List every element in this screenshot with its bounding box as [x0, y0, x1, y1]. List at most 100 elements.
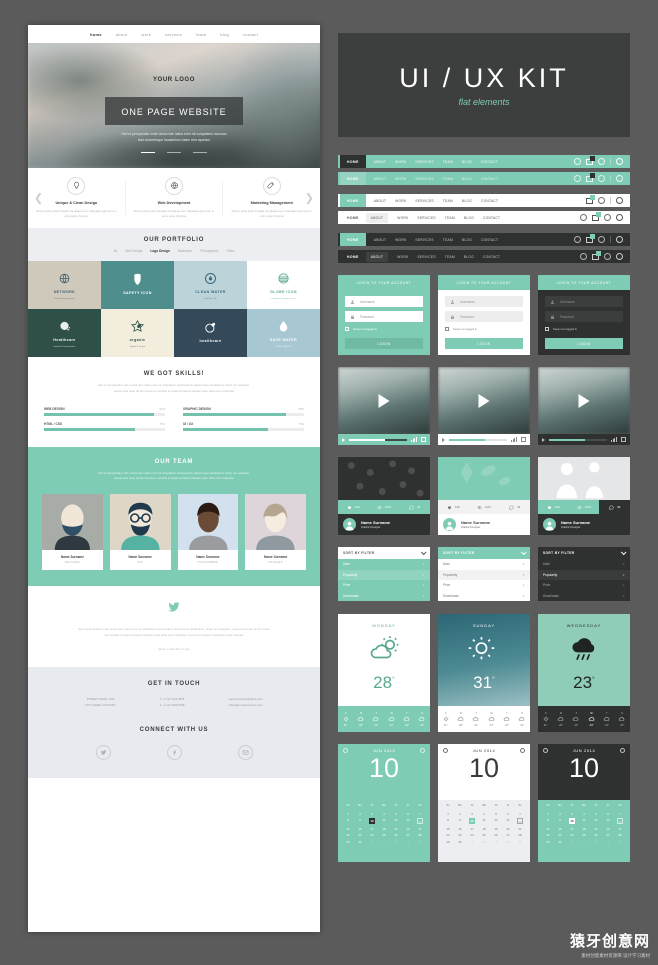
- calendar-day[interactable]: 28: [614, 833, 626, 837]
- calendar-day[interactable]: 7: [614, 812, 626, 816]
- user-icon[interactable]: [574, 175, 582, 182]
- calendar-day[interactable]: 11: [578, 818, 590, 824]
- calendar-day[interactable]: 19: [390, 827, 402, 831]
- calendar-day[interactable]: 12: [590, 818, 602, 824]
- mail-icon[interactable]: [586, 233, 596, 243]
- calendar-day[interactable]: 22: [542, 833, 554, 837]
- calendar-day[interactable]: 28: [414, 833, 426, 837]
- calendar-day[interactable]: 25: [378, 833, 390, 837]
- calendar-day[interactable]: 18: [478, 827, 490, 831]
- calendar-day[interactable]: 15: [342, 827, 354, 831]
- gear-icon[interactable]: [343, 748, 348, 753]
- calendar-day[interactable]: 1: [466, 840, 478, 844]
- team-card[interactable]: Name Surname SEO: [109, 494, 171, 571]
- likes-stat[interactable]: 136: [338, 500, 369, 514]
- user-icon[interactable]: [580, 253, 587, 260]
- keep-logged-checkbox[interactable]: Keep me logged in: [345, 327, 423, 331]
- site-top-nav[interactable]: home about work services team blog conta…: [28, 25, 320, 43]
- features-prev-arrow[interactable]: ❮: [34, 192, 43, 205]
- site-nav-services[interactable]: services: [165, 32, 182, 37]
- nav-item-team[interactable]: TEAM: [443, 160, 453, 164]
- calendar-day-today[interactable]: 14: [514, 818, 526, 824]
- calendar-day[interactable]: 2: [354, 812, 366, 816]
- gear-icon[interactable]: [598, 236, 606, 243]
- gear-icon[interactable]: [604, 214, 611, 221]
- search-icon[interactable]: [616, 158, 623, 165]
- nav-item-team[interactable]: TEAM: [445, 216, 455, 220]
- volume-icon[interactable]: [510, 437, 517, 442]
- chevron-down-icon[interactable]: [620, 549, 627, 556]
- sort-option-popularity[interactable]: Popularity ✓: [438, 569, 530, 580]
- password-field[interactable]: Password: [345, 311, 423, 322]
- portfolio-item[interactable]: NETWORK technology group: [28, 261, 101, 309]
- nav-item-work[interactable]: WORK: [395, 160, 406, 164]
- calendar-day[interactable]: 1: [366, 840, 378, 844]
- portfolio-item[interactable]: Healthcare medical foundation: [28, 309, 101, 357]
- nav-home-active[interactable]: HOME: [340, 172, 366, 185]
- sort-option-date[interactable]: Date ✓: [538, 559, 630, 570]
- navbar[interactable]: HOME ABOUT WORK SERVICES TEAM BLOG CONTA…: [338, 172, 630, 185]
- video-thumbnail[interactable]: [538, 367, 630, 434]
- hero-dot-3[interactable]: [193, 151, 208, 153]
- play-small-icon[interactable]: [442, 437, 445, 442]
- play-icon[interactable]: [578, 393, 590, 408]
- portfolio-filter-illustration[interactable]: Illustration: [178, 249, 193, 253]
- calendar-day[interactable]: 18: [378, 827, 390, 831]
- nav-item-work[interactable]: WORK: [397, 255, 408, 259]
- fullscreen-icon[interactable]: [521, 437, 526, 442]
- calendar-day[interactable]: 3: [466, 812, 478, 816]
- nav-home[interactable]: HOME: [340, 211, 366, 224]
- progress-bar[interactable]: [349, 438, 407, 441]
- gear-icon[interactable]: [420, 748, 425, 753]
- hero-dot-2[interactable]: [167, 151, 181, 153]
- calendar-day[interactable]: 25: [478, 833, 490, 837]
- calendar-day[interactable]: 13: [502, 818, 514, 824]
- portfolio-item[interactable]: SAVE WATER SAVE EARTH: [247, 309, 320, 357]
- video-controls[interactable]: [438, 434, 530, 445]
- calendar-day[interactable]: 19: [590, 827, 602, 831]
- nav-item-services[interactable]: SERVICES: [417, 216, 435, 220]
- portfolio-item[interactable]: SAFETY ICON: [101, 261, 174, 309]
- sort-filter-header[interactable]: SORT BY FILTER: [338, 547, 430, 559]
- calendar-day[interactable]: 3: [490, 840, 502, 844]
- calendar-day[interactable]: 24: [466, 833, 478, 837]
- calendar-day[interactable]: 23: [354, 833, 366, 837]
- keep-logged-checkbox[interactable]: Keep me logged in: [445, 327, 523, 331]
- login-button[interactable]: LOGIN: [445, 338, 523, 349]
- portfolio-filter-logo-design[interactable]: Logo Design: [150, 249, 169, 253]
- nav-item-work[interactable]: WORK: [395, 199, 406, 203]
- calendar-day-selected[interactable]: 10: [466, 818, 478, 824]
- calendar-day[interactable]: 8: [442, 818, 454, 824]
- nav-item-contact[interactable]: CONTACT: [483, 216, 500, 220]
- chevron-down-icon[interactable]: [420, 549, 427, 556]
- calendar-day[interactable]: 5: [590, 812, 602, 816]
- portfolio-item[interactable]: organic foods & fruits: [101, 309, 174, 357]
- nav-item-blog[interactable]: BLOG: [464, 216, 474, 220]
- calendar-day[interactable]: 8: [342, 818, 354, 824]
- nav-item-services[interactable]: SERVICES: [415, 160, 433, 164]
- nav-item-about[interactable]: ABOUT: [374, 177, 386, 181]
- video-thumbnail[interactable]: [438, 367, 530, 434]
- play-small-icon[interactable]: [342, 437, 345, 442]
- calendar-day-today[interactable]: 14: [414, 818, 426, 824]
- portfolio-item[interactable]: healthcare: [174, 309, 247, 357]
- calendar-day[interactable]: 30: [354, 840, 366, 844]
- calendar-day[interactable]: 20: [402, 827, 414, 831]
- site-nav-home[interactable]: home: [90, 32, 102, 37]
- calendar-day[interactable]: 8: [542, 818, 554, 824]
- calendar-day[interactable]: 17: [566, 827, 578, 831]
- calendar-day[interactable]: 27: [402, 833, 414, 837]
- calendar-day[interactable]: 26: [490, 833, 502, 837]
- nav-item-blog[interactable]: BLOG: [462, 160, 472, 164]
- facebook-icon[interactable]: [166, 744, 182, 760]
- fullscreen-icon[interactable]: [421, 437, 426, 442]
- site-nav-blog[interactable]: blog: [220, 32, 229, 37]
- calendar-day[interactable]: 1: [442, 812, 454, 816]
- calendar-day[interactable]: 5: [490, 812, 502, 816]
- nav-item-services[interactable]: SERVICES: [415, 238, 433, 242]
- calendar-day[interactable]: 29: [442, 840, 454, 844]
- progress-bar[interactable]: [449, 438, 507, 441]
- mail-icon[interactable]: [586, 172, 596, 182]
- views-stat[interactable]: 1137: [469, 500, 500, 514]
- nav-item-services[interactable]: SERVICES: [415, 199, 433, 203]
